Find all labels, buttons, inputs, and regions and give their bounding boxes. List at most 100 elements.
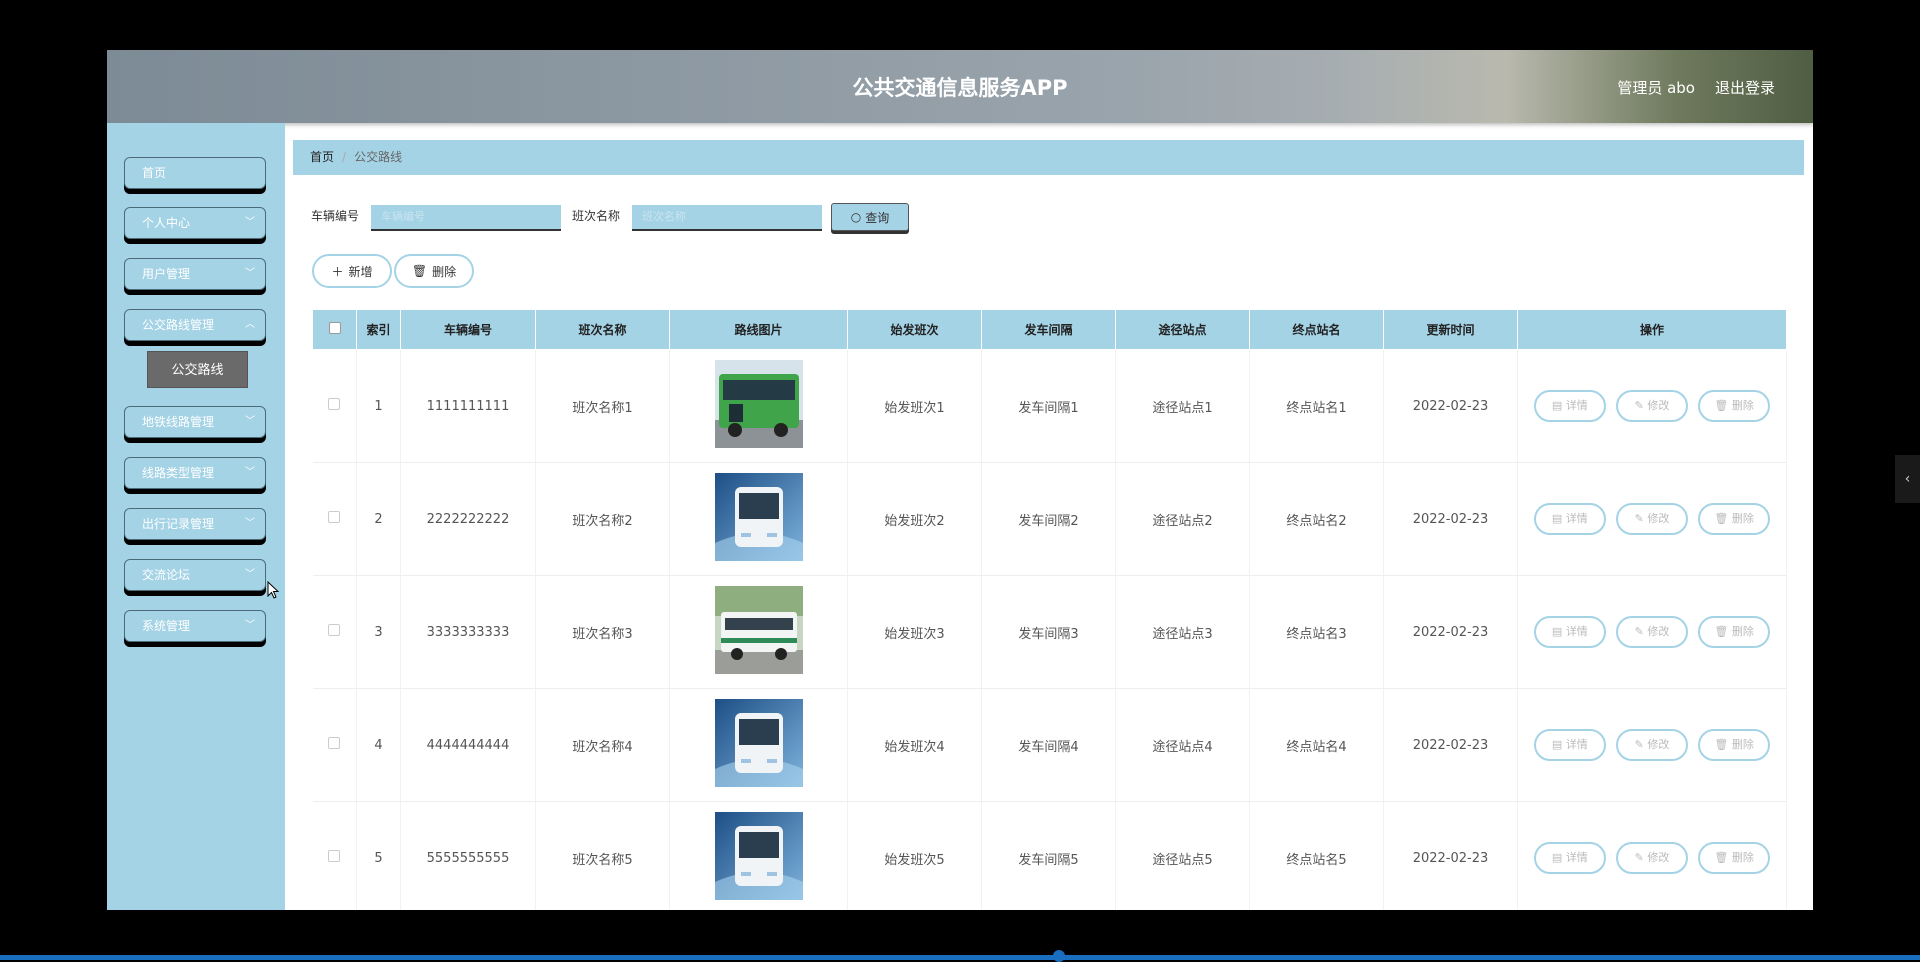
route-image-cell <box>669 575 848 689</box>
edit-button[interactable]: ✎ 修改 <box>1616 616 1688 648</box>
edit-label: 修改 <box>1647 738 1670 751</box>
sidebar-item-label: 出行记录管理 <box>142 517 215 531</box>
route-image-cell <box>669 462 848 576</box>
sidebar-item-user-management[interactable]: 用户管理 ﹀ <box>124 258 266 290</box>
table-cell-interval: 发车间隔5 <box>981 801 1116 910</box>
edit-button[interactable]: ✎ 修改 <box>1616 842 1688 874</box>
table-cell-updated: 2022-02-23 <box>1383 801 1518 910</box>
row-checkbox[interactable] <box>328 737 341 749</box>
sidebar-item-home[interactable]: 首页 <box>124 157 266 189</box>
table-row: 3 3333333333 班次名称3 始发班次3 发车间隔3 途径站点3 终点站名3 2022… <box>312 575 1787 689</box>
query-button-label: 查询 <box>865 210 890 225</box>
route-image <box>714 360 803 448</box>
pencil-icon: ✎ <box>1634 399 1644 412</box>
chevron-up-icon: ︿ <box>245 319 255 330</box>
detail-button[interactable]: ▤ 详情 <box>1533 616 1606 648</box>
vehicle-number-input[interactable] <box>371 205 561 231</box>
sidebar: 首页 个人中心 ﹀ 用户管理 ﹀ 公交路线管理 ︿ 公交路线 地铁线路管理 ﹀ 线路类型… <box>107 123 285 910</box>
delete-button[interactable]: 🗑 删除 <box>1698 503 1771 535</box>
delete-button[interactable]: 🗑 删除 <box>1698 729 1771 761</box>
add-button-label: 新增 <box>348 264 373 279</box>
pencil-icon: ✎ <box>1634 738 1644 751</box>
pencil-icon: ✎ <box>1634 625 1644 638</box>
edit-button[interactable]: ✎ 修改 <box>1616 503 1688 535</box>
detail-label: 详情 <box>1565 738 1588 751</box>
route-image-cell <box>669 688 848 802</box>
breadcrumb-home[interactable]: 首页 <box>310 150 334 164</box>
breadcrumb: 首页 / 公交路线 <box>293 140 1804 175</box>
chevron-left-icon[interactable]: ‹ <box>1895 455 1920 503</box>
detail-button[interactable]: ▤ 详情 <box>1533 729 1606 761</box>
table-cell-vehicle: 2222222222 <box>400 462 536 576</box>
row-checkbox[interactable] <box>328 624 341 636</box>
edit-label: 修改 <box>1647 851 1670 864</box>
column-header: 始发班次 <box>847 309 982 350</box>
row-checkbox[interactable] <box>328 398 341 410</box>
delete-button-label: 删除 <box>432 264 457 279</box>
row-checkbox[interactable] <box>328 511 341 523</box>
sidebar-item-route-type-management[interactable]: 线路类型管理 ﹀ <box>124 457 266 489</box>
table-cell-first: 始发班次5 <box>847 801 982 910</box>
sidebar-item-label: 系统管理 <box>142 619 191 633</box>
table-cell-index: 2 <box>356 462 401 576</box>
edit-button[interactable]: ✎ 修改 <box>1616 729 1688 761</box>
submenu-item-bus-route[interactable]: 公交路线 <box>147 351 248 388</box>
column-header: 途径站点 <box>1115 309 1250 350</box>
add-button[interactable]: ＋ 新增 <box>312 254 392 288</box>
video-progress-bar[interactable] <box>0 955 1920 960</box>
route-image <box>714 699 803 787</box>
delete-button[interactable]: 🗑 删除 <box>1698 390 1771 422</box>
sidebar-item-label: 线路类型管理 <box>142 466 215 480</box>
sidebar-item-label: 交流论坛 <box>142 568 191 582</box>
delete-button[interactable]: 🗑 删除 <box>1698 616 1771 648</box>
table-cell-shift: 班次名称3 <box>535 575 670 689</box>
sidebar-item-trip-record-management[interactable]: 出行记录管理 ﹀ <box>124 508 266 540</box>
main-content: 首页/公交路线 车辆编号 班次名称 ○查询 ＋新增 🗑删除 索引 车辆编号 班次 <box>285 123 1813 910</box>
query-button[interactable]: ○ 查询 <box>831 203 909 231</box>
table-cell-shift: 班次名称4 <box>535 688 670 802</box>
table-cell-vehicle: 3333333333 <box>400 575 536 689</box>
sidebar-item-label: 用户管理 <box>142 267 191 281</box>
sidebar-item-personal-center[interactable]: 个人中心 ﹀ <box>124 207 266 239</box>
sidebar-item-bus-route-management[interactable]: 公交路线管理 ︿ <box>124 309 266 341</box>
detail-button[interactable]: ▤ 详情 <box>1533 503 1606 535</box>
sidebar-item-forum[interactable]: 交流论坛 ﹀ <box>124 559 266 591</box>
table-cell-terminal: 终点站名2 <box>1249 462 1384 576</box>
table-cell-via: 途径站点4 <box>1115 688 1250 802</box>
table-row: 2 2222222222 班次名称2 始发班次2 发车间隔2 途径站点2 终点站名2 2022… <box>312 462 1787 576</box>
trash-icon: 🗑 <box>1714 399 1729 412</box>
detail-label: 详情 <box>1565 512 1588 525</box>
route-image <box>714 812 803 900</box>
row-actions-cell: ▤ 详情 ✎ 修改 🗑 删除 <box>1517 575 1787 689</box>
search-icon: ○ <box>850 210 862 224</box>
shift-name-input[interactable] <box>632 205 822 231</box>
sidebar-item-label: 地铁线路管理 <box>142 415 215 429</box>
edit-button[interactable]: ✎ 修改 <box>1616 390 1688 422</box>
table-cell-via: 途径站点5 <box>1115 801 1250 910</box>
progress-handle[interactable] <box>1053 950 1065 962</box>
delete-button[interactable]: 🗑 删除 <box>1698 842 1771 874</box>
delete-label: 删除 <box>1731 738 1754 751</box>
row-checkbox[interactable] <box>328 850 341 862</box>
batch-delete-button[interactable]: 🗑 删除 <box>394 254 474 288</box>
chevron-down-icon: ﹀ <box>245 467 255 478</box>
chevron-down-icon: ﹀ <box>245 569 255 580</box>
plus-icon: ＋ <box>331 264 344 279</box>
breadcrumb-separator: / <box>342 150 347 164</box>
select-all-checkbox[interactable] <box>328 322 341 334</box>
route-image <box>714 586 803 674</box>
admin-user-label: 管理员 abo <box>1617 79 1695 97</box>
detail-button[interactable]: ▤ 详情 <box>1533 842 1606 874</box>
delete-label: 删除 <box>1731 512 1754 525</box>
edit-label: 修改 <box>1647 399 1670 412</box>
logout-link[interactable]: 退出登录 <box>1715 77 1775 98</box>
delete-label: 删除 <box>1731 399 1754 412</box>
sidebar-item-system-management[interactable]: 系统管理 ﹀ <box>124 610 266 642</box>
row-actions-cell: ▤ 详情 ✎ 修改 🗑 删除 <box>1517 688 1787 802</box>
chevron-down-icon: ﹀ <box>245 620 255 631</box>
detail-label: 详情 <box>1565 851 1588 864</box>
sidebar-item-metro-line-management[interactable]: 地铁线路管理 ﹀ <box>124 406 266 438</box>
table-row: 5 5555555555 班次名称5 始发班次5 发车间隔5 途径站点5 终点站名5 2022… <box>312 801 1787 910</box>
detail-button[interactable]: ▤ 详情 <box>1533 390 1606 422</box>
table-cell-via: 途径站点1 <box>1115 349 1250 463</box>
